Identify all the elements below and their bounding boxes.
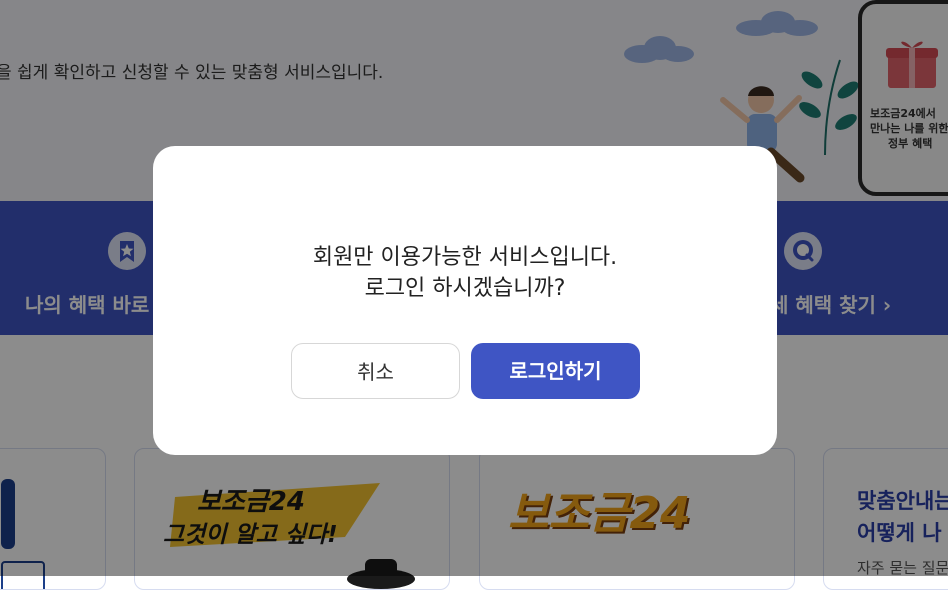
dialog-message: 회원만 이용가능한 서비스입니다. 로그인 하시겠습니까?: [153, 242, 777, 304]
dialog-message-line1: 회원만 이용가능한 서비스입니다.: [312, 245, 618, 270]
login-button[interactable]: 로그인하기: [471, 343, 640, 399]
login-required-dialog: 회원만 이용가능한 서비스입니다. 로그인 하시겠습니까? 취소 로그인하기: [153, 146, 777, 455]
cancel-button[interactable]: 취소: [291, 343, 460, 399]
dialog-message-line2: 로그인 하시겠습니까?: [364, 276, 566, 301]
